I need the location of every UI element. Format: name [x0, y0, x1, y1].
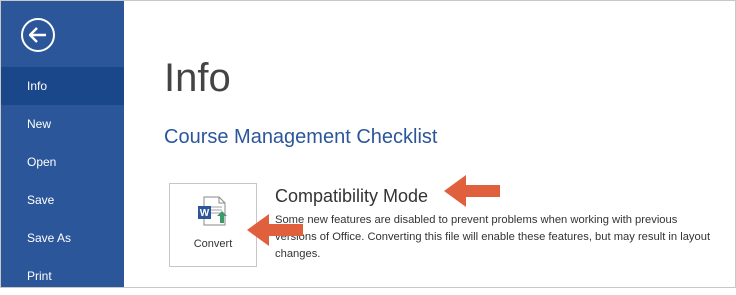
- svg-text:W: W: [200, 208, 210, 219]
- nav-item-open[interactable]: Open: [0, 143, 124, 181]
- page-title: Info: [164, 56, 231, 100]
- nav-item-info[interactable]: Info: [0, 67, 124, 105]
- convert-button-label: Convert: [193, 238, 233, 250]
- convert-button[interactable]: W Convert: [169, 183, 257, 267]
- left-pointing-arrow-icon: [247, 214, 303, 246]
- back-button[interactable]: [21, 18, 55, 52]
- compatibility-mode-title: Compatibility Mode: [275, 186, 429, 206]
- word-document-convert-icon: W: [198, 196, 227, 226]
- nav-item-new[interactable]: New: [0, 105, 124, 143]
- backstage-nav: Info New Open Save Save As Print: [0, 67, 124, 295]
- info-pane: Info Course Management Checklist W Conve…: [124, 0, 736, 288]
- left-pointing-arrow-icon: [444, 175, 500, 207]
- compatibility-mode-description: Some new features are disabled to preven…: [275, 214, 711, 260]
- nav-item-print[interactable]: Print: [0, 257, 124, 295]
- nav-item-save[interactable]: Save: [0, 181, 124, 219]
- nav-item-save-as[interactable]: Save As: [0, 219, 124, 257]
- document-title: Course Management Checklist: [164, 126, 438, 148]
- back-arrow-icon: [29, 27, 46, 43]
- backstage-sidebar: Info New Open Save Save As Print: [0, 0, 124, 288]
